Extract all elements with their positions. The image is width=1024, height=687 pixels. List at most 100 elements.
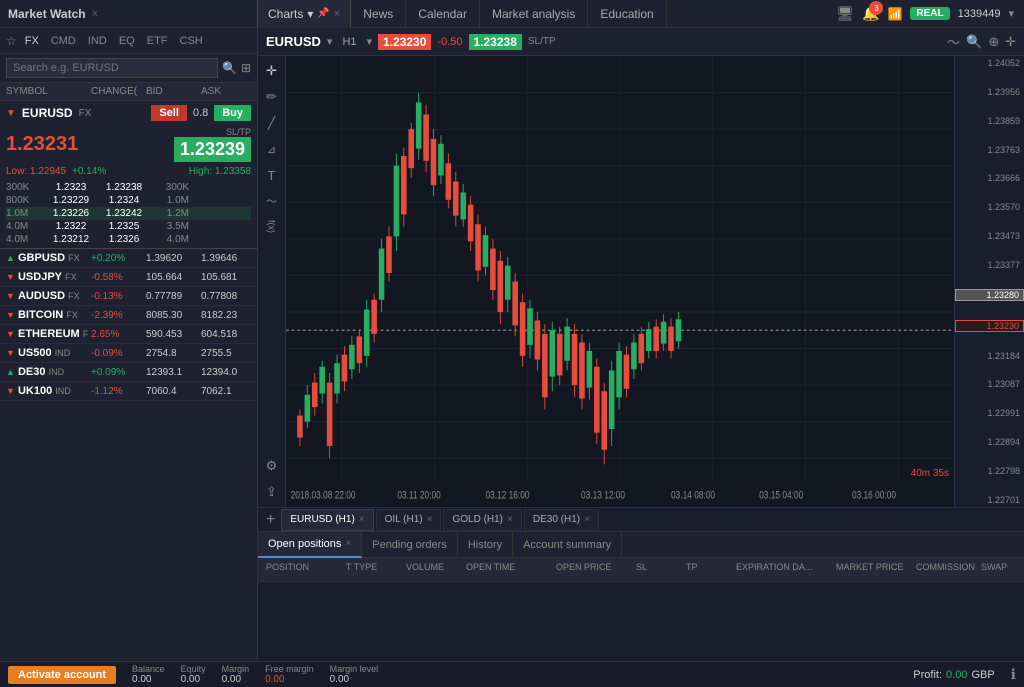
pen-tool-icon[interactable]: ✏ — [261, 86, 283, 108]
news-tab[interactable]: News — [351, 0, 406, 28]
tab-open-positions-close-icon[interactable]: × — [345, 538, 351, 549]
col-sl: SL — [636, 562, 686, 577]
price-level-5: 1.23666 — [955, 173, 1024, 183]
de30-change: +0.09% — [91, 367, 146, 378]
buy-button[interactable]: Buy — [214, 105, 251, 121]
activate-account-button[interactable]: Activate account — [8, 666, 116, 684]
svg-text:03.16 00:00: 03.16 00:00 — [852, 489, 897, 501]
calendar-tab[interactable]: Calendar — [406, 0, 480, 28]
chart-tab-de30-label: DE30 (H1) — [533, 514, 580, 525]
price-level-3: 1.23859 — [955, 116, 1024, 126]
eurusd-dropdown-icon[interactable]: ▼ — [6, 108, 16, 119]
tab-pending-orders[interactable]: Pending orders — [362, 532, 458, 558]
fib-tool-icon[interactable]: ⊿ — [261, 138, 283, 160]
bitcoin-bid: 8085.30 — [146, 310, 201, 321]
us500-arrow-icon: ▼ — [6, 348, 15, 358]
cmd-nav-btn[interactable]: CMD — [47, 34, 80, 48]
chart-tab-gold[interactable]: GOLD (H1) × — [443, 509, 521, 531]
uk100-change: -1.12% — [91, 386, 146, 397]
market-item-gbpusd[interactable]: ▲ GBPUSD FX +0.20% 1.39620 1.39646 — [0, 249, 257, 268]
svg-text:03.12 16:00: 03.12 16:00 — [485, 489, 530, 501]
eurusd-symbol[interactable]: EURUSD — [22, 106, 73, 120]
chart-timeframe[interactable]: H1 — [338, 35, 360, 49]
chart-zoom-out-icon[interactable]: 🔍 — [966, 34, 982, 50]
uk100-bid: 7060.4 — [146, 386, 201, 397]
share-tool-icon[interactable]: ⇪ — [261, 481, 283, 503]
chart-timeframe-dropdown-icon[interactable]: ▾ — [367, 35, 373, 48]
market-item-ethereum[interactable]: ▼ ETHEREUM F 2.65% 590.453 604.518 — [0, 325, 257, 344]
market-watch-close-icon[interactable]: × — [92, 8, 98, 20]
usdjpy-arrow-icon: ▼ — [6, 272, 15, 282]
grid-view-icon[interactable]: ⊞ — [241, 61, 251, 75]
ethereum-symbol-cell: ▼ ETHEREUM F — [6, 328, 91, 340]
price-level-current: 1.23280 — [955, 289, 1024, 301]
vol-left-2: 800K — [6, 195, 44, 206]
etf-nav-btn[interactable]: ETF — [143, 34, 172, 48]
chart-tab-oil[interactable]: OIL (H1) × — [376, 509, 442, 531]
charts-close-icon[interactable]: × — [334, 8, 340, 20]
help-icon[interactable]: ℹ — [1011, 666, 1016, 683]
tab-account-summary[interactable]: Account summary — [513, 532, 622, 558]
fx-nav-btn[interactable]: FX — [21, 34, 43, 48]
gbpusd-symbol-cell: ▲ GBPUSD FX — [6, 252, 91, 264]
account-number: 1339449 — [958, 8, 1001, 20]
sell-button[interactable]: Sell — [151, 105, 187, 121]
charts-label: Charts — [268, 7, 303, 21]
cursor-tool-icon[interactable]: ✛ — [261, 60, 283, 82]
chart-crosshair-icon[interactable]: ✛ — [1005, 34, 1016, 50]
csh-nav-btn[interactable]: CSH — [176, 34, 207, 48]
add-chart-btn[interactable]: + — [262, 511, 279, 529]
audusd-bid: 0.77789 — [146, 291, 201, 302]
chart-symbol-dropdown-icon[interactable]: ▾ — [327, 35, 333, 48]
chart-tab-eurusd[interactable]: EURUSD (H1) × — [281, 509, 373, 531]
svg-text:03.15 04:00: 03.15 04:00 — [759, 489, 804, 501]
chart-area: ✛ ✏ ╱ ⊿ T 〜 f(x) ⚙ ⇪ — [258, 56, 1024, 507]
settings-tool-icon[interactable]: ⚙ — [261, 455, 283, 477]
text-tool-icon[interactable]: T — [261, 164, 283, 186]
ethereum-bid: 590.453 — [146, 329, 201, 340]
high-value: High: 1.23358 — [189, 166, 251, 177]
tab-history[interactable]: History — [458, 532, 513, 558]
market-item-uk100[interactable]: ▼ UK100 IND -1.12% 7060.4 7062.1 — [0, 382, 257, 401]
market-list: ▲ GBPUSD FX +0.20% 1.39620 1.39646 ▼ USD… — [0, 249, 257, 661]
market-item-de30[interactable]: ▲ DE30 IND +0.09% 12393.1 12394.0 — [0, 363, 257, 382]
line-tool-icon[interactable]: ╱ — [261, 112, 283, 134]
ind-nav-btn[interactable]: IND — [84, 34, 111, 48]
chart-tab-gold-close[interactable]: × — [507, 514, 513, 525]
chart-tab-de30-close[interactable]: × — [584, 514, 590, 525]
chart-zoom-in-icon[interactable]: ⊕ — [988, 34, 999, 50]
wave-tool-icon[interactable]: 〜 — [261, 190, 283, 212]
nav-right-controls: 🖥 🔔 3 📶 REAL 1339449 ▾ — [826, 5, 1024, 22]
chart-tab-oil-close[interactable]: × — [427, 514, 433, 525]
eq-nav-btn[interactable]: EQ — [115, 34, 139, 48]
bid-price-value: 1.23238 — [474, 35, 517, 49]
market-analysis-tab[interactable]: Market analysis — [480, 0, 588, 28]
notification-bell[interactable]: 🔔 3 — [862, 5, 879, 22]
chart-bottom-tabs: + EURUSD (H1) × OIL (H1) × GOLD (H1) × D… — [258, 507, 1024, 531]
chart-tab-eurusd-close[interactable]: × — [359, 514, 365, 525]
account-dropdown-icon[interactable]: ▾ — [1008, 7, 1014, 20]
free-margin-item: Free margin 0.00 — [265, 664, 314, 685]
de30-bid: 12393.1 — [146, 367, 201, 378]
market-item-usdjpy[interactable]: ▼ USDJPY FX -0.58% 105.664 105.681 — [0, 268, 257, 287]
tab-open-positions-label: Open positions — [268, 538, 341, 550]
tab-open-positions[interactable]: Open positions × — [258, 532, 362, 558]
education-tab[interactable]: Education — [588, 0, 666, 28]
charts-tab[interactable]: Charts ▾ 📌 × — [258, 0, 351, 28]
market-item-audusd[interactable]: ▼ AUDUSD FX -0.13% 0.77789 0.77808 — [0, 287, 257, 306]
chart-current-price: 1.23230 — [378, 34, 431, 50]
svg-text:03.13 12:00: 03.13 12:00 — [581, 489, 626, 501]
sidebar-nav: ☆ FX CMD IND EQ ETF CSH — [0, 28, 257, 54]
margin-level-item: Margin level 0.00 — [330, 664, 379, 685]
ethereum-change: 2.65% — [91, 329, 146, 340]
search-input[interactable] — [6, 58, 218, 78]
star-icon[interactable]: ☆ — [6, 34, 17, 48]
uk100-arrow-icon: ▼ — [6, 386, 15, 396]
market-item-bitcoin[interactable]: ▼ BITCOIN FX -2.39% 8085.30 8182.23 — [0, 306, 257, 325]
chart-tab-de30[interactable]: DE30 (H1) × — [524, 509, 599, 531]
market-item-us500[interactable]: ▼ US500 IND -0.09% 2754.8 2755.5 — [0, 344, 257, 363]
chart-sltp-label[interactable]: SL/TP — [528, 36, 556, 47]
chart-wave-icon[interactable]: 〜 — [947, 32, 960, 51]
positions-table-body — [258, 582, 1024, 661]
price-level-current2: 1.23230 — [955, 320, 1024, 332]
